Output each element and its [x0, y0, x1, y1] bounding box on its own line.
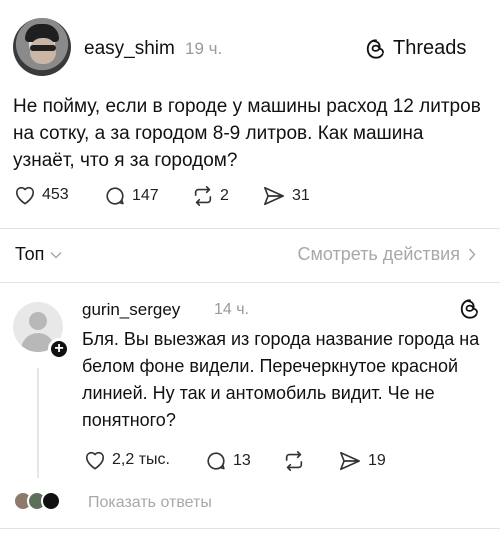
threads-logo-icon[interactable]	[459, 298, 481, 320]
thread-line	[37, 368, 39, 478]
divider	[0, 282, 500, 283]
show-replies-link[interactable]: Показать ответы	[88, 494, 212, 512]
share-button[interactable]: 31	[262, 185, 310, 207]
comment-button[interactable]: 147	[104, 185, 159, 207]
heart-icon	[86, 451, 104, 470]
threads-logo-icon	[366, 38, 384, 59]
reply-avatars-stack[interactable]	[13, 491, 73, 513]
post-time: 19 ч.	[185, 39, 223, 58]
avatar-face	[30, 38, 56, 64]
repost-button[interactable]: 2	[192, 185, 229, 207]
reply-comment-button[interactable]: 13	[205, 450, 251, 472]
avatar-glasses	[30, 45, 56, 51]
comment-count: 147	[132, 187, 159, 204]
repost-arrows-icon	[194, 186, 212, 206]
view-activity-link[interactable]: Смотреть действия	[298, 244, 476, 265]
like-count: 453	[42, 186, 69, 203]
reply-share-count: 19	[368, 452, 386, 469]
threads-brand[interactable]: Threads	[365, 37, 466, 60]
threads-brand-label: Threads	[393, 37, 467, 59]
reply-comment-count: 13	[233, 452, 251, 469]
plus-icon: +	[54, 340, 64, 357]
reply-repost-button[interactable]	[283, 450, 305, 472]
reply-username[interactable]: gurin_sergey	[82, 300, 180, 320]
sort-dropdown[interactable]: Топ	[15, 244, 62, 265]
reply-time: 14 ч.	[214, 301, 250, 318]
comment-bubble-icon	[207, 452, 225, 470]
chevron-down-icon	[50, 251, 62, 259]
divider	[0, 228, 500, 229]
reply-share-button[interactable]: 19	[338, 450, 386, 472]
send-arrow-icon	[340, 451, 360, 471]
repost-count: 2	[220, 187, 229, 204]
like-button[interactable]: 453	[14, 185, 69, 205]
share-count: 31	[292, 187, 310, 204]
avatar	[41, 491, 61, 511]
divider	[0, 528, 500, 529]
reply-text: Бля. Вы выезжая из города название город…	[82, 329, 480, 430]
avatar-placeholder-head	[29, 312, 47, 330]
reply-like-button[interactable]: 2,2 тыс.	[84, 450, 170, 470]
follow-button[interactable]: +	[48, 338, 70, 360]
chevron-right-icon	[468, 248, 476, 261]
comment-bubble-icon	[106, 187, 124, 205]
author-username[interactable]: easy_shim	[84, 38, 175, 60]
heart-icon	[15, 186, 34, 205]
post-text: Не пойму, если в городе у машины расход …	[13, 96, 481, 171]
sort-label: Топ	[15, 244, 45, 264]
repost-arrows-icon	[285, 451, 303, 471]
author-avatar[interactable]	[13, 18, 71, 76]
send-arrow-icon	[264, 186, 284, 206]
reply-like-count: 2,2 тыс.	[112, 451, 170, 468]
activity-label: Смотреть действия	[297, 244, 460, 264]
